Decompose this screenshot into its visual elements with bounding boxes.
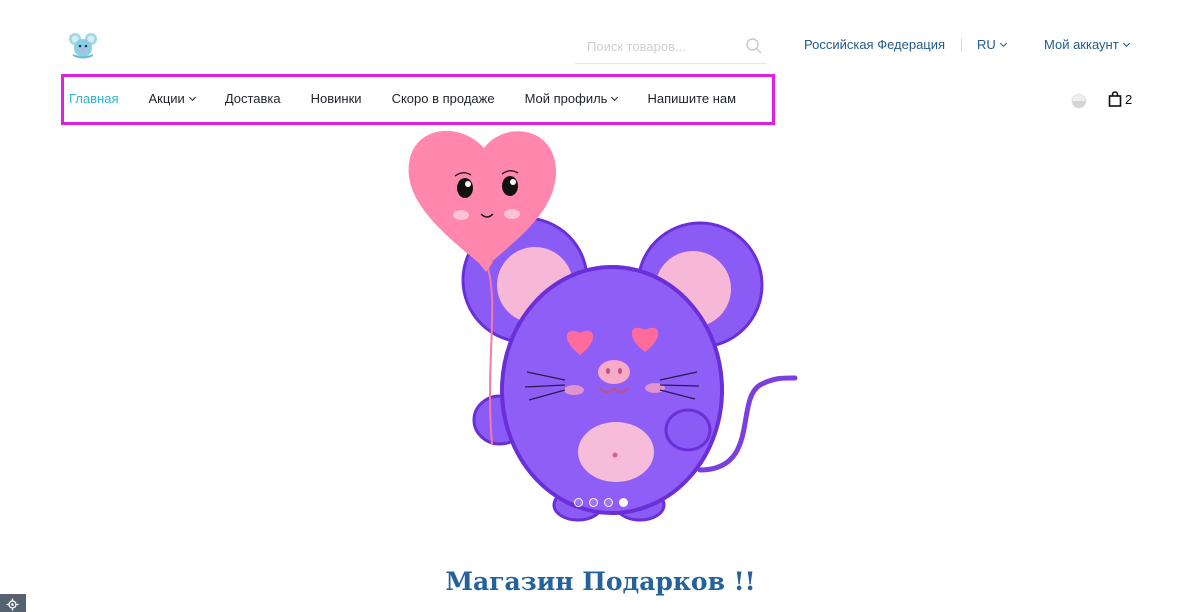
chevron-down-icon bbox=[1122, 39, 1130, 48]
chevron-down-icon bbox=[999, 39, 1007, 48]
cart-count: 2 bbox=[1125, 91, 1133, 107]
page-title: Магазин Подарков !! bbox=[445, 567, 756, 596]
nav-item-label: Мой профиль bbox=[524, 91, 608, 106]
mouse-logo-icon[interactable] bbox=[68, 31, 98, 59]
carousel-dot[interactable] bbox=[604, 498, 613, 507]
account-label: Мой аккаунт bbox=[1044, 37, 1119, 52]
search-icon[interactable] bbox=[745, 37, 763, 55]
main-nav: Главная Акции Доставка Новинки Скоро в п… bbox=[69, 91, 736, 106]
nav-item-new[interactable]: Новинки bbox=[311, 91, 362, 106]
nav-item-label: Акции bbox=[148, 91, 185, 106]
nav-item-contact[interactable]: Напишите нам bbox=[647, 91, 736, 106]
chevron-down-icon bbox=[188, 93, 196, 102]
divider bbox=[961, 38, 962, 52]
moon-icon[interactable] bbox=[1071, 93, 1087, 109]
search-input[interactable] bbox=[587, 36, 737, 56]
chevron-down-icon bbox=[611, 93, 619, 102]
country-selector[interactable]: Российская Федерация bbox=[804, 37, 945, 52]
nav-item-home[interactable]: Главная bbox=[69, 91, 118, 106]
carousel-indicators bbox=[574, 498, 628, 507]
shopping-bag-icon bbox=[1108, 91, 1122, 107]
carousel-dot[interactable] bbox=[589, 498, 598, 507]
nav-item-profile[interactable]: Мой профиль bbox=[524, 91, 619, 106]
language-label: RU bbox=[977, 37, 996, 52]
search-box bbox=[575, 30, 767, 64]
account-menu[interactable]: Мой аккаунт bbox=[1044, 37, 1130, 52]
carousel-dot-active[interactable] bbox=[619, 498, 628, 507]
cart-button[interactable]: 2 bbox=[1108, 91, 1132, 107]
nav-item-coming-soon[interactable]: Скоро в продаже bbox=[392, 91, 495, 106]
carousel-dot[interactable] bbox=[574, 498, 583, 507]
nav-item-delivery[interactable]: Доставка bbox=[225, 91, 281, 106]
hero-mouse-illustration bbox=[408, 130, 798, 522]
language-selector[interactable]: RU bbox=[977, 37, 1007, 52]
settings-button[interactable] bbox=[0, 594, 26, 612]
gear-icon bbox=[6, 598, 19, 611]
nav-item-promotions[interactable]: Акции bbox=[148, 91, 196, 106]
